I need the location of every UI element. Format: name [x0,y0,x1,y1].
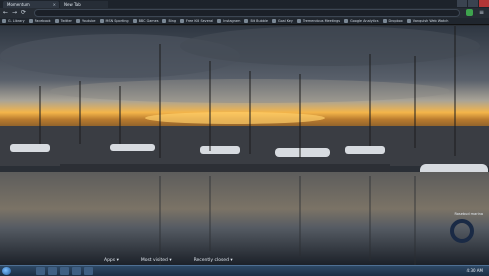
bookmark-favicon-icon [75,19,80,23]
most-visited-link[interactable]: Most visited ▾ [141,258,172,263]
maximize-button[interactable] [468,0,478,7]
sun-glow [145,112,325,124]
boat [345,146,385,154]
bookmark-favicon-icon [406,19,411,23]
bookmark-favicon-icon [99,19,104,23]
bookmark-label: BBC Games [138,19,159,23]
mail-icon[interactable] [60,267,69,275]
omnibox[interactable] [34,9,460,17]
media-icon[interactable] [72,267,81,275]
close-tab-icon[interactable]: × [53,1,56,8]
bookmarks-bar: G. Library Facebook Twitter Youtube MSN Spor… [0,18,489,25]
bookmark-label: Vanquish Web Watch [412,19,449,23]
window-controls [457,0,489,8]
bookmark-label: Google Analytics [350,19,379,23]
bookmark-label: MSN Sporting [105,19,129,23]
bookmark-item[interactable]: BBC Games [132,19,159,23]
tab-title: New Tab [64,2,81,7]
bookmark-label: Youtube [81,19,96,23]
extension-icon[interactable] [466,9,473,16]
bookmark-item[interactable]: Goal Key [271,19,293,23]
apps-link[interactable]: Apps ▾ [104,258,119,263]
marina-harbor [0,126,489,166]
back-icon[interactable]: ← [2,9,9,16]
bookmark-item[interactable]: Tremendous Meetings [296,19,341,23]
folder-icon[interactable] [36,267,45,275]
bookmark-item[interactable]: Twitter [54,19,72,23]
boat [200,146,240,154]
dock [60,164,390,172]
bookmark-label: G. Library [8,19,25,23]
bookmark-favicon-icon [382,19,387,23]
tab-bar: Momentum × New Tab [0,0,489,8]
wallpaper-scene [0,26,489,265]
bookmark-label: Twitter [60,19,72,23]
bookmark-item[interactable]: Bing [162,19,176,23]
chrome-icon[interactable] [84,267,93,275]
bookmark-favicon-icon [271,19,276,23]
bookmark-favicon-icon [296,19,301,23]
reload-icon[interactable]: ⟳ [20,9,27,16]
minimize-button[interactable] [457,0,467,7]
bookmark-label: Tremendous Meetings [302,19,341,23]
bookmark-label: Bing [168,19,177,23]
bookmark-favicon-icon [344,19,349,23]
bookmark-item[interactable]: Facebook [28,19,51,23]
photo-credit[interactable]: Rosebud marina [455,212,484,216]
bookmark-item[interactable]: Bit Bubble [244,19,268,23]
taskbar: 4:30 AM [0,265,489,276]
cloud [180,26,480,66]
forward-icon[interactable]: → [11,9,18,16]
bookmark-item[interactable]: Vanquish Web Watch [406,19,449,23]
bookmark-item[interactable]: G. Library [2,19,25,23]
bookmark-item[interactable]: Youtube [75,19,96,23]
tab-new[interactable]: New Tab [60,1,108,8]
boat [275,148,330,157]
bookmark-favicon-icon [244,19,249,23]
bookmark-item[interactable]: Instagram [217,19,240,23]
bookmark-favicon-icon [2,19,6,23]
browser-icon[interactable] [48,267,57,275]
bookmark-label: Facebook [34,19,51,23]
bookmark-favicon-icon [132,19,137,23]
bottom-links: Apps ▾ Most visited ▾ Recently closed ▾ [104,258,233,263]
boat [10,144,50,152]
bookmark-label: Goal Key [277,19,293,23]
close-window-button[interactable] [479,0,489,7]
bookmark-favicon-icon [28,19,33,23]
bookmark-favicon-icon [217,19,222,23]
bookmark-favicon-icon [180,19,185,23]
bookmark-label: Bit Bubble [250,19,268,23]
address-bar-row: ← → ⟳ ≡ [0,8,489,18]
start-button[interactable] [2,267,11,275]
boat [110,144,155,151]
bookmark-item[interactable]: Google Analytics [344,19,379,23]
bookmark-favicon-icon [162,19,167,23]
bookmark-label: Instagram [223,19,241,23]
water [0,172,489,265]
tab-title: Momentum [7,2,30,7]
bookmark-favicon-icon [54,19,59,23]
bookmark-label: Dropbox [388,19,403,23]
bookmark-label: Free Kill Several [186,19,214,23]
recently-closed-link[interactable]: Recently closed ▾ [194,258,233,263]
bookmark-item[interactable]: Dropbox [382,19,403,23]
bookmark-item[interactable]: MSN Sporting [99,19,129,23]
menu-icon[interactable]: ≡ [478,9,485,16]
bookmark-item[interactable]: Free Kill Several [180,19,213,23]
tab-active[interactable]: Momentum × [3,1,59,8]
